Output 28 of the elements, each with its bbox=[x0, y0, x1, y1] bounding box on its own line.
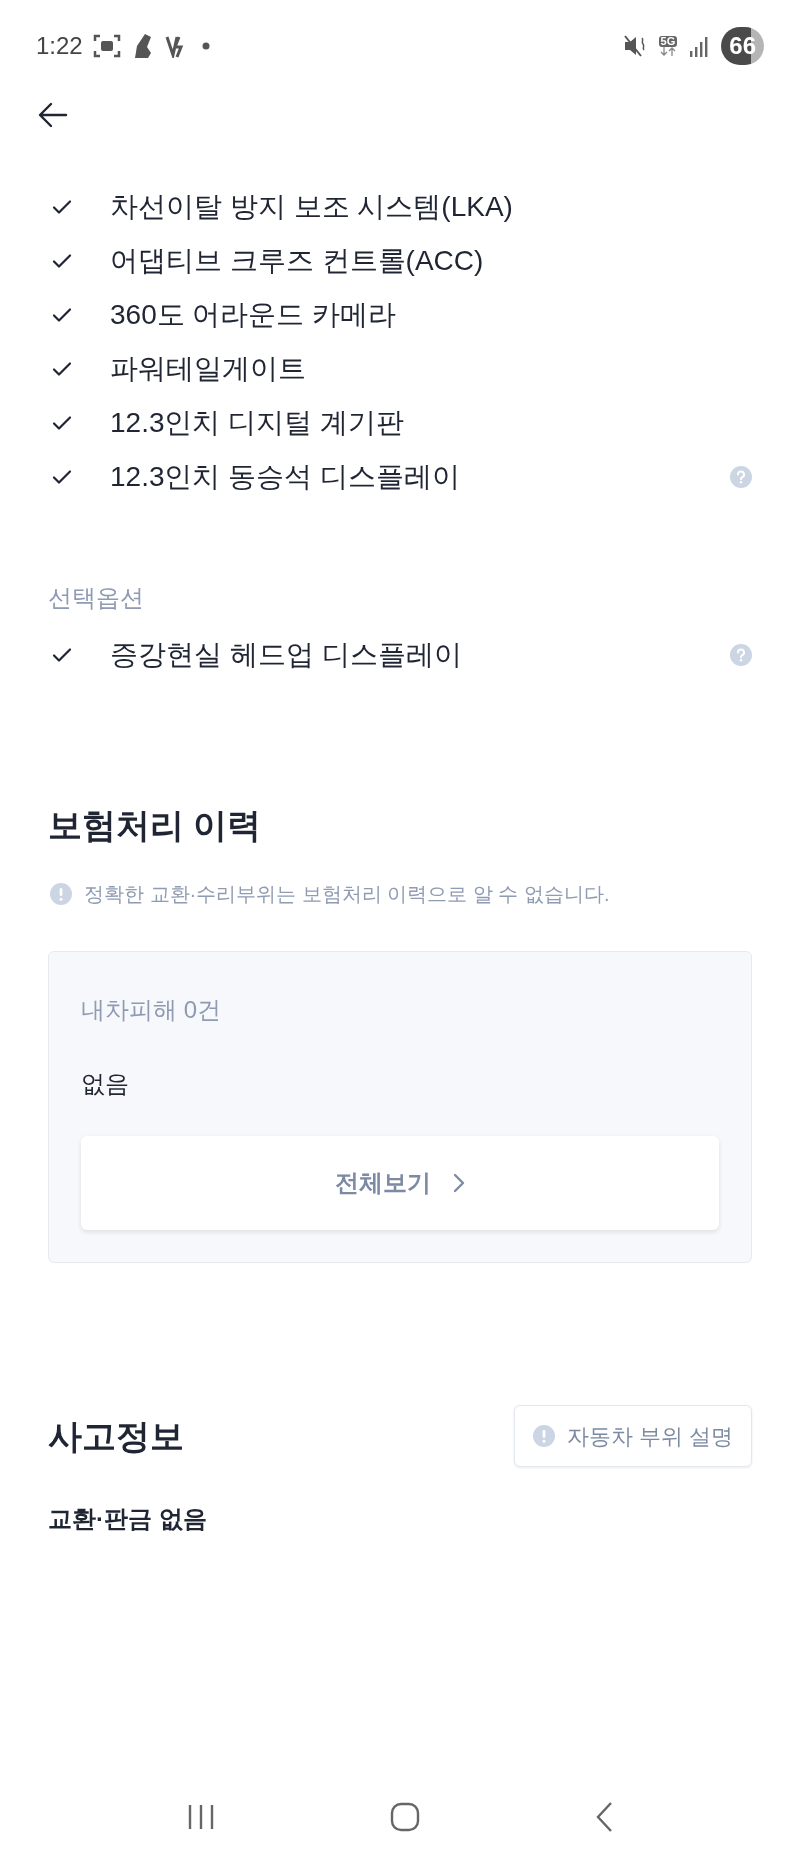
view-all-button[interactable]: 전체보기 bbox=[81, 1136, 719, 1230]
damage-count: 내차피해 0건 bbox=[81, 995, 222, 1025]
back-icon[interactable] bbox=[38, 102, 68, 128]
chevron-right-icon bbox=[453, 1173, 465, 1193]
damage-value: 없음 bbox=[81, 1069, 130, 1099]
option-label: 12.3인치 디지털 계기판 bbox=[110, 406, 406, 440]
mute-icon bbox=[622, 34, 647, 58]
home-icon[interactable] bbox=[389, 1801, 421, 1833]
option-label: 어댑티브 크루즈 컨트롤(ACC) bbox=[110, 244, 485, 278]
section-title: 사고정보 bbox=[48, 1415, 184, 1457]
dot-icon bbox=[200, 41, 211, 51]
status-time: 1:22 bbox=[36, 31, 83, 61]
option-label: 360도 어라운드 카메라 bbox=[110, 298, 398, 332]
screenshot-icon bbox=[92, 33, 121, 59]
data-arrows-icon bbox=[658, 47, 677, 56]
network-label: 5G bbox=[658, 36, 678, 47]
parts-guide-button[interactable]: 자동차 부위 설명 bbox=[513, 1405, 752, 1467]
notice-text: 정확한 교환·수리부위는 보험처리 이력으로 알 수 없습니다. bbox=[84, 882, 610, 907]
option-label: 차선이탈 방지 보조 시스템(LKA) bbox=[110, 190, 514, 224]
accident-summary: 교환·판금 없음 bbox=[47, 1504, 208, 1534]
signal-icon bbox=[689, 35, 710, 57]
alert-icon bbox=[50, 883, 72, 905]
alert-icon bbox=[532, 1425, 555, 1447]
option-label: 증강현실 헤드업 디스플레이 bbox=[110, 638, 463, 672]
section-label: 선택옵션 bbox=[47, 583, 145, 613]
option-label: 파워테일게이트 bbox=[110, 352, 307, 386]
option-label: 12.3인치 동승석 디스플레이 bbox=[110, 460, 462, 494]
section-title: 보험처리 이력 bbox=[47, 805, 263, 846]
